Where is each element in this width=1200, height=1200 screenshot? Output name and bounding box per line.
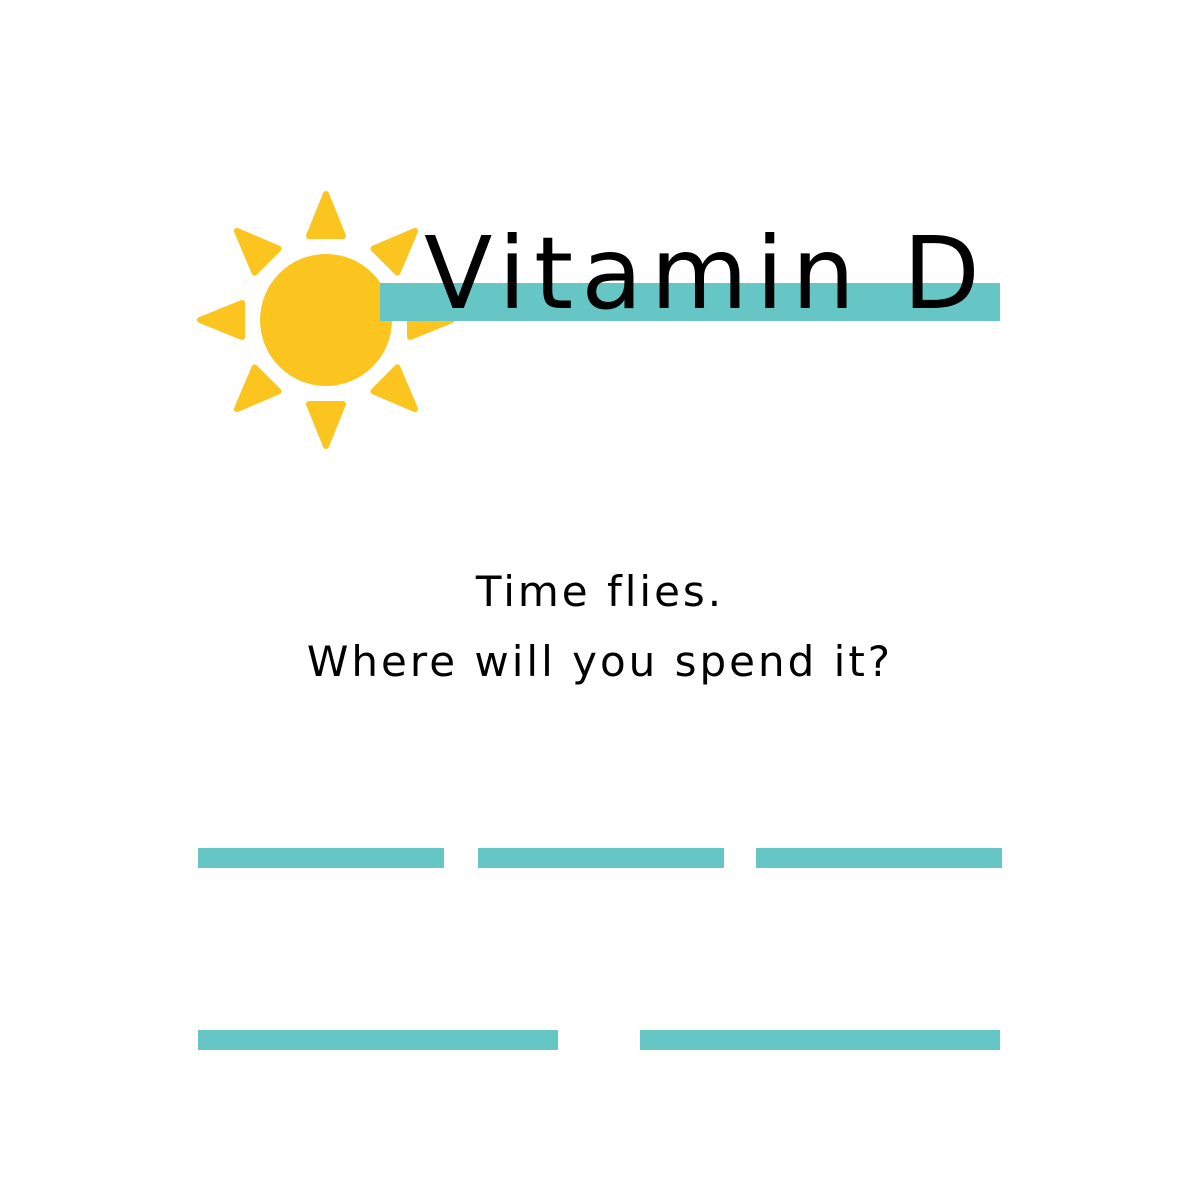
answer-blank-2 [478,848,724,868]
page-title: Vitamin D [424,215,988,332]
sun-ray [306,191,346,239]
sun-ray [233,227,282,276]
tagline: Time flies. Where will you spend it? [0,560,1200,700]
tagline-line-1: Time flies. [475,567,725,616]
tagline-line-2: Where will you spend it? [306,637,894,686]
sun-ray [233,364,282,413]
sun-ray [306,401,346,449]
sun-ray [197,300,245,340]
sun-ray [370,364,419,413]
answer-blank-4 [198,1030,558,1050]
poster: Vitamin D Time flies. Where will you spe… [0,0,1200,1200]
answer-blank-5 [640,1030,1000,1050]
answer-blank-1 [198,848,444,868]
sun-ray [370,227,419,276]
answer-blank-3 [756,848,1002,868]
sun-disc [260,254,392,386]
sun-icon [197,191,455,449]
